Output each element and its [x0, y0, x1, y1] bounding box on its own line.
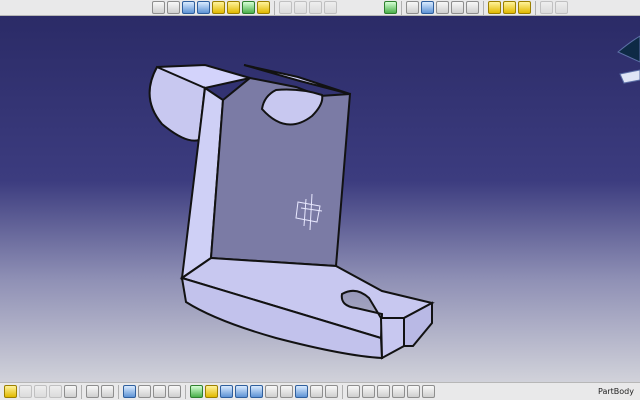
- part-slot-gap: [379, 317, 405, 360]
- cut-icon[interactable]: [377, 385, 390, 398]
- top-toolbar-group-1: [152, 1, 337, 15]
- top-toolbar: [0, 0, 640, 16]
- part-render: [148, 35, 640, 360]
- toolbar-separator: [483, 1, 484, 15]
- groove-icon[interactable]: [227, 1, 240, 14]
- pad-icon[interactable]: [182, 1, 195, 14]
- catia-window: PartBody: [0, 0, 640, 400]
- iso-view-icon[interactable]: [280, 385, 293, 398]
- grid-icon[interactable]: [436, 1, 449, 14]
- toolbar-separator: [274, 1, 275, 15]
- comment-icon[interactable]: [101, 385, 114, 398]
- properties-icon[interactable]: [422, 385, 435, 398]
- material-icon[interactable]: [488, 1, 501, 14]
- toolbar-separator: [118, 385, 119, 399]
- point-icon[interactable]: [555, 1, 568, 14]
- bottom-toolbar-group: [4, 385, 435, 399]
- fillet-icon[interactable]: [242, 1, 255, 14]
- view-icon[interactable]: [324, 1, 337, 14]
- compass-icon[interactable]: [421, 1, 434, 14]
- select-arrow-icon[interactable]: [152, 1, 165, 14]
- toolbar-separator: [342, 385, 343, 399]
- save-icon[interactable]: [4, 385, 17, 398]
- zoom-out-icon[interactable]: [235, 385, 248, 398]
- analysis-icon[interactable]: [466, 1, 479, 14]
- measure-icon[interactable]: [309, 1, 322, 14]
- toolbar-separator: [185, 385, 186, 399]
- compass-icon[interactable]: [617, 35, 640, 84]
- chamfer-icon[interactable]: [257, 1, 270, 14]
- constraint-icon[interactable]: [153, 385, 166, 398]
- rotate-icon[interactable]: [205, 385, 218, 398]
- sketch-icon[interactable]: [167, 1, 180, 14]
- formula-icon[interactable]: [86, 385, 99, 398]
- constraint-icon[interactable]: [451, 1, 464, 14]
- shaft-icon[interactable]: [212, 1, 225, 14]
- part-body-label: PartBody: [598, 387, 634, 396]
- pocket-icon[interactable]: [197, 1, 210, 14]
- mirror-icon[interactable]: [294, 1, 307, 14]
- table-icon[interactable]: [407, 385, 420, 398]
- zoom-in-icon[interactable]: [220, 385, 233, 398]
- pan-icon[interactable]: [190, 385, 203, 398]
- pattern-icon[interactable]: [279, 1, 292, 14]
- help-icon[interactable]: [64, 385, 77, 398]
- undo-icon[interactable]: [34, 385, 47, 398]
- redo-icon[interactable]: [49, 385, 62, 398]
- plane-icon[interactable]: [540, 1, 553, 14]
- axis-icon[interactable]: [406, 1, 419, 14]
- fit-all-icon[interactable]: [250, 385, 263, 398]
- toolbar-separator: [535, 1, 536, 15]
- info-icon[interactable]: [347, 385, 360, 398]
- normal-view-icon[interactable]: [265, 385, 278, 398]
- sketch-tools-icon[interactable]: [168, 385, 181, 398]
- render-icon[interactable]: [384, 1, 397, 14]
- shading-icon[interactable]: [295, 385, 308, 398]
- grid-icon[interactable]: [123, 385, 136, 398]
- snap-icon[interactable]: [138, 385, 151, 398]
- swap-icon[interactable]: [325, 385, 338, 398]
- bottom-toolbar: PartBody: [0, 382, 640, 400]
- toolbar-separator: [81, 385, 82, 399]
- top-toolbar-group-2: [384, 1, 568, 15]
- color-icon[interactable]: [503, 1, 516, 14]
- 3d-viewport[interactable]: [0, 16, 640, 382]
- paste-icon[interactable]: [392, 385, 405, 398]
- print-icon[interactable]: [19, 385, 32, 398]
- update-icon[interactable]: [362, 385, 375, 398]
- hide-icon[interactable]: [310, 385, 323, 398]
- toolbar-separator: [401, 1, 402, 15]
- texture-icon[interactable]: [518, 1, 531, 14]
